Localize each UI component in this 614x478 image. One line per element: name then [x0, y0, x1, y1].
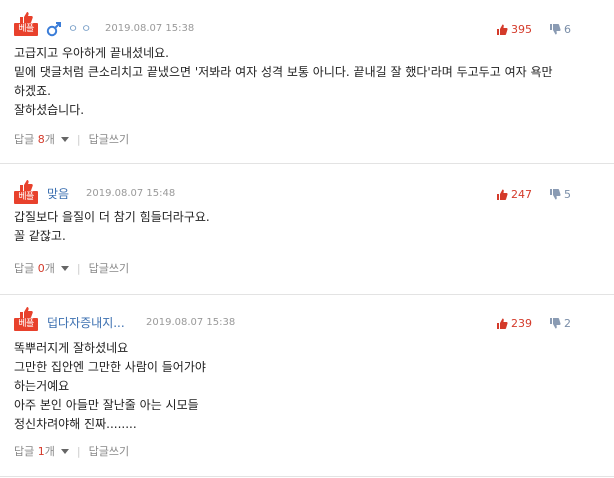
best-comment-badge: 베플: [14, 307, 38, 331]
reply-label: 답글: [14, 133, 35, 146]
downvote-count: 2: [564, 317, 571, 330]
best-label: 베플: [14, 191, 38, 204]
author-name[interactable]: ㅇㅇ: [68, 22, 94, 36]
upvote-count: 395: [511, 23, 532, 36]
thumbs-down-icon: [550, 24, 561, 35]
replies-toggle[interactable]: 답글 8개: [14, 133, 69, 146]
caret-down-icon: [60, 137, 69, 142]
write-reply-link[interactable]: 답글쓰기: [89, 262, 129, 275]
timestamp: 2019.08.07 15:38: [146, 317, 236, 328]
downvote-button[interactable]: 2: [549, 317, 571, 331]
comment-line: 고급지고 우아하게 끝내셨네요.: [14, 46, 169, 60]
comment-line: 똑뿌러지게 잘하셨네요: [14, 341, 129, 355]
comment-line: 정신차려야해 진짜........: [14, 417, 137, 431]
write-reply-link[interactable]: 답글쓰기: [89, 445, 129, 458]
reply-unit: 개: [44, 133, 55, 146]
comment-line: 갑질보다 을질이 더 참기 힘들더라구요.: [14, 210, 210, 224]
comment-divider: [0, 476, 614, 477]
comment-divider: [0, 163, 614, 164]
write-reply-link[interactable]: 답글쓰기: [89, 133, 129, 146]
reply-unit: 개: [44, 445, 55, 458]
upvote-button[interactable]: 247: [496, 188, 532, 202]
divider-bar: |: [76, 133, 81, 146]
replies-toggle[interactable]: 답글 0개: [14, 262, 69, 275]
best-comment-badge: 베플: [14, 12, 38, 36]
comment-line: 꼴 같잖고.: [14, 229, 66, 243]
comment-body: 똑뿌러지게 잘하셨네요 그만한 집안엔 그만한 사람이 들어가야 하는거예요 아…: [14, 339, 604, 434]
best-label: 베플: [14, 318, 38, 331]
upvote-count: 247: [511, 188, 532, 201]
downvote-button[interactable]: 5: [549, 188, 571, 202]
reply-label: 답글: [14, 445, 35, 458]
comment-line: 밑에 댓글처럼 큰소리치고 끝냈으면 '저봐라 여자 성격 보통 아니다. 끝내…: [14, 65, 553, 79]
reply-label: 답글: [14, 262, 35, 275]
thumbs-up-icon: [497, 318, 508, 329]
reply-count: 8: [37, 133, 45, 146]
comment-line: 잘하셨습니다.: [14, 103, 85, 117]
comment-line: 하는거예요: [14, 379, 70, 393]
thumbs-up-icon: [20, 12, 33, 23]
reply-unit: 개: [44, 262, 55, 275]
timestamp: 2019.08.07 15:38: [105, 23, 195, 34]
reply-count: 1: [37, 445, 45, 458]
comment-body: 갑질보다 을질이 더 참기 힘들더라구요. 꼴 같잖고.: [14, 208, 604, 246]
reply-count: 0: [37, 262, 45, 275]
replies-toggle[interactable]: 답글 1개: [14, 445, 69, 458]
thumbs-up-icon: [20, 180, 33, 191]
upvote-count: 239: [511, 317, 532, 330]
best-comment-badge: 베플: [14, 180, 38, 204]
comment-actions: 답글 1개 | 답글쓰기: [14, 445, 129, 459]
comment-actions: 답글 8개 | 답글쓰기: [14, 133, 129, 147]
divider-bar: |: [76, 262, 81, 275]
timestamp: 2019.08.07 15:48: [86, 188, 176, 199]
thumbs-up-icon: [20, 307, 33, 318]
comment-actions: 답글 0개 | 답글쓰기: [14, 262, 129, 276]
thumbs-up-icon: [497, 24, 508, 35]
author-name[interactable]: 맞음: [47, 187, 69, 201]
divider-bar: |: [76, 445, 81, 458]
best-label: 베플: [14, 23, 38, 36]
thumbs-down-icon: [550, 318, 561, 329]
male-icon: [46, 22, 61, 37]
downvote-count: 6: [564, 23, 571, 36]
comment-line: 그만한 집안엔 그만한 사람이 들어가야: [14, 360, 206, 374]
thumbs-up-icon: [497, 189, 508, 200]
comment-line: 하겠죠.: [14, 84, 51, 98]
upvote-button[interactable]: 395: [496, 23, 532, 37]
downvote-count: 5: [564, 188, 571, 201]
comment-line: 아주 본인 아들만 잘난줄 아는 시모들: [14, 398, 199, 412]
thumbs-down-icon: [550, 189, 561, 200]
downvote-button[interactable]: 6: [549, 23, 571, 37]
caret-down-icon: [60, 449, 69, 454]
caret-down-icon: [60, 266, 69, 271]
comment-body: 고급지고 우아하게 끝내셨네요. 밑에 댓글처럼 큰소리치고 끝냈으면 '저봐라…: [14, 44, 604, 120]
upvote-button[interactable]: 239: [496, 317, 532, 331]
comment-divider: [0, 294, 614, 295]
author-name[interactable]: 덥다자증내지...: [47, 316, 125, 330]
